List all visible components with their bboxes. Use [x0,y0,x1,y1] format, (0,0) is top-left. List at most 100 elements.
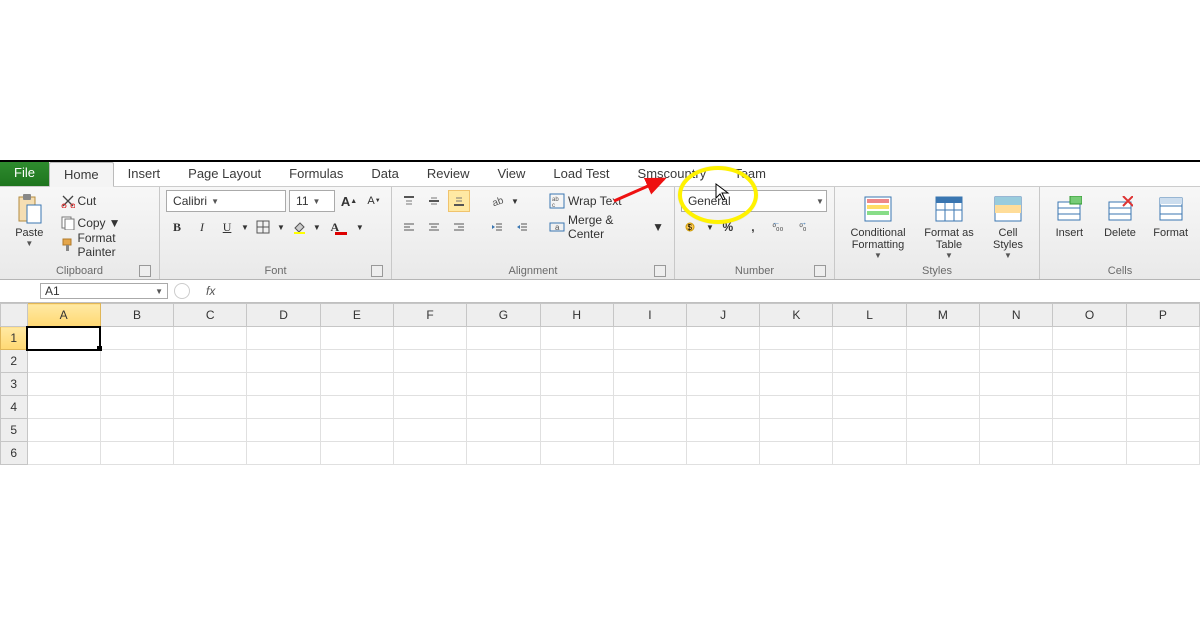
cell[interactable] [174,327,247,350]
cell[interactable] [833,373,906,396]
cell[interactable] [613,327,686,350]
caret-icon[interactable]: ▼ [356,223,364,232]
col-header[interactable]: E [320,304,393,327]
tab-formulas[interactable]: Formulas [275,162,357,186]
format-cells-button[interactable]: Format [1147,191,1194,263]
col-header[interactable]: F [393,304,466,327]
cell[interactable] [467,419,540,442]
fx-icon[interactable]: fx [194,284,227,298]
cell[interactable] [906,396,979,419]
align-center-button[interactable] [423,216,445,238]
cell[interactable] [1053,373,1126,396]
dialog-launcher-icon[interactable] [371,265,383,277]
col-header[interactable]: M [906,304,979,327]
dialog-launcher-icon[interactable] [814,265,826,277]
fill-color-button[interactable] [288,216,310,238]
col-header[interactable]: J [686,304,759,327]
font-color-button[interactable]: A [324,216,346,238]
cell[interactable] [980,442,1053,465]
tab-file[interactable]: File [0,162,49,186]
underline-button[interactable]: U [216,216,238,238]
row-header[interactable]: 5 [1,419,28,442]
font-size-combo[interactable]: 11 ▼ [289,190,335,212]
tab-view[interactable]: View [483,162,539,186]
cell[interactable] [393,419,466,442]
align-bottom-button[interactable] [448,190,470,212]
formula-input[interactable] [227,283,1200,299]
cell[interactable] [760,373,833,396]
cell[interactable] [613,350,686,373]
cell[interactable] [980,350,1053,373]
cell[interactable] [980,396,1053,419]
border-button[interactable] [252,216,274,238]
cell[interactable] [100,396,173,419]
cell[interactable] [27,350,100,373]
cell[interactable] [467,350,540,373]
cancel-icon[interactable] [174,283,190,299]
cell[interactable] [320,350,393,373]
delete-cells-button[interactable]: Delete [1097,191,1144,263]
caret-icon[interactable]: ▼ [511,197,519,206]
cell[interactable] [613,419,686,442]
cell[interactable] [1126,442,1199,465]
cell[interactable] [1053,350,1126,373]
cell[interactable] [540,396,613,419]
row-header[interactable]: 2 [1,350,28,373]
cell[interactable] [393,442,466,465]
cut-button[interactable]: Cut [57,191,154,211]
cell[interactable] [686,419,759,442]
tab-review[interactable]: Review [413,162,484,186]
cell[interactable] [393,327,466,350]
cell[interactable] [393,396,466,419]
caret-icon[interactable]: ▼ [241,223,249,232]
row-header[interactable]: 6 [1,442,28,465]
cell[interactable] [100,419,173,442]
grow-font-button[interactable]: A▲ [338,190,360,212]
cell[interactable] [760,396,833,419]
cell[interactable] [833,419,906,442]
increase-indent-button[interactable] [511,216,533,238]
percent-button[interactable]: % [717,216,739,238]
format-as-table-button[interactable]: Format as Table ▼ [919,191,979,263]
col-header[interactable]: C [174,304,247,327]
col-header[interactable]: G [467,304,540,327]
cell[interactable] [686,442,759,465]
cell[interactable] [833,442,906,465]
cell[interactable] [906,442,979,465]
cell[interactable] [174,350,247,373]
col-header[interactable]: D [247,304,320,327]
cell[interactable] [1126,327,1199,350]
cell[interactable] [760,327,833,350]
cell[interactable] [613,396,686,419]
decrease-decimal-button[interactable]: ⁰₀→ [792,216,814,238]
cell[interactable] [540,419,613,442]
cell[interactable] [467,396,540,419]
cell[interactable] [467,442,540,465]
caret-icon[interactable]: ▼ [277,223,285,232]
cell[interactable] [247,419,320,442]
col-header[interactable]: K [760,304,833,327]
cell[interactable] [320,442,393,465]
dialog-launcher-icon[interactable] [139,265,151,277]
number-format-combo[interactable]: General ▼ [681,190,827,212]
cell[interactable] [1126,396,1199,419]
cell[interactable] [1126,373,1199,396]
cell[interactable] [833,327,906,350]
tab-load-test[interactable]: Load Test [539,162,623,186]
cell[interactable] [980,327,1053,350]
align-right-button[interactable] [448,216,470,238]
copy-button[interactable]: Copy ▼ [57,213,154,233]
cell[interactable] [686,327,759,350]
row-header[interactable]: 1 [1,327,28,350]
italic-button[interactable]: I [191,216,213,238]
col-header[interactable]: I [613,304,686,327]
cell[interactable] [1053,396,1126,419]
cell[interactable] [27,442,100,465]
decrease-indent-button[interactable] [486,216,508,238]
cell[interactable] [1053,442,1126,465]
cell[interactable] [1126,350,1199,373]
align-left-button[interactable] [398,216,420,238]
cell[interactable] [247,350,320,373]
align-middle-button[interactable] [423,190,445,212]
cell[interactable] [833,350,906,373]
